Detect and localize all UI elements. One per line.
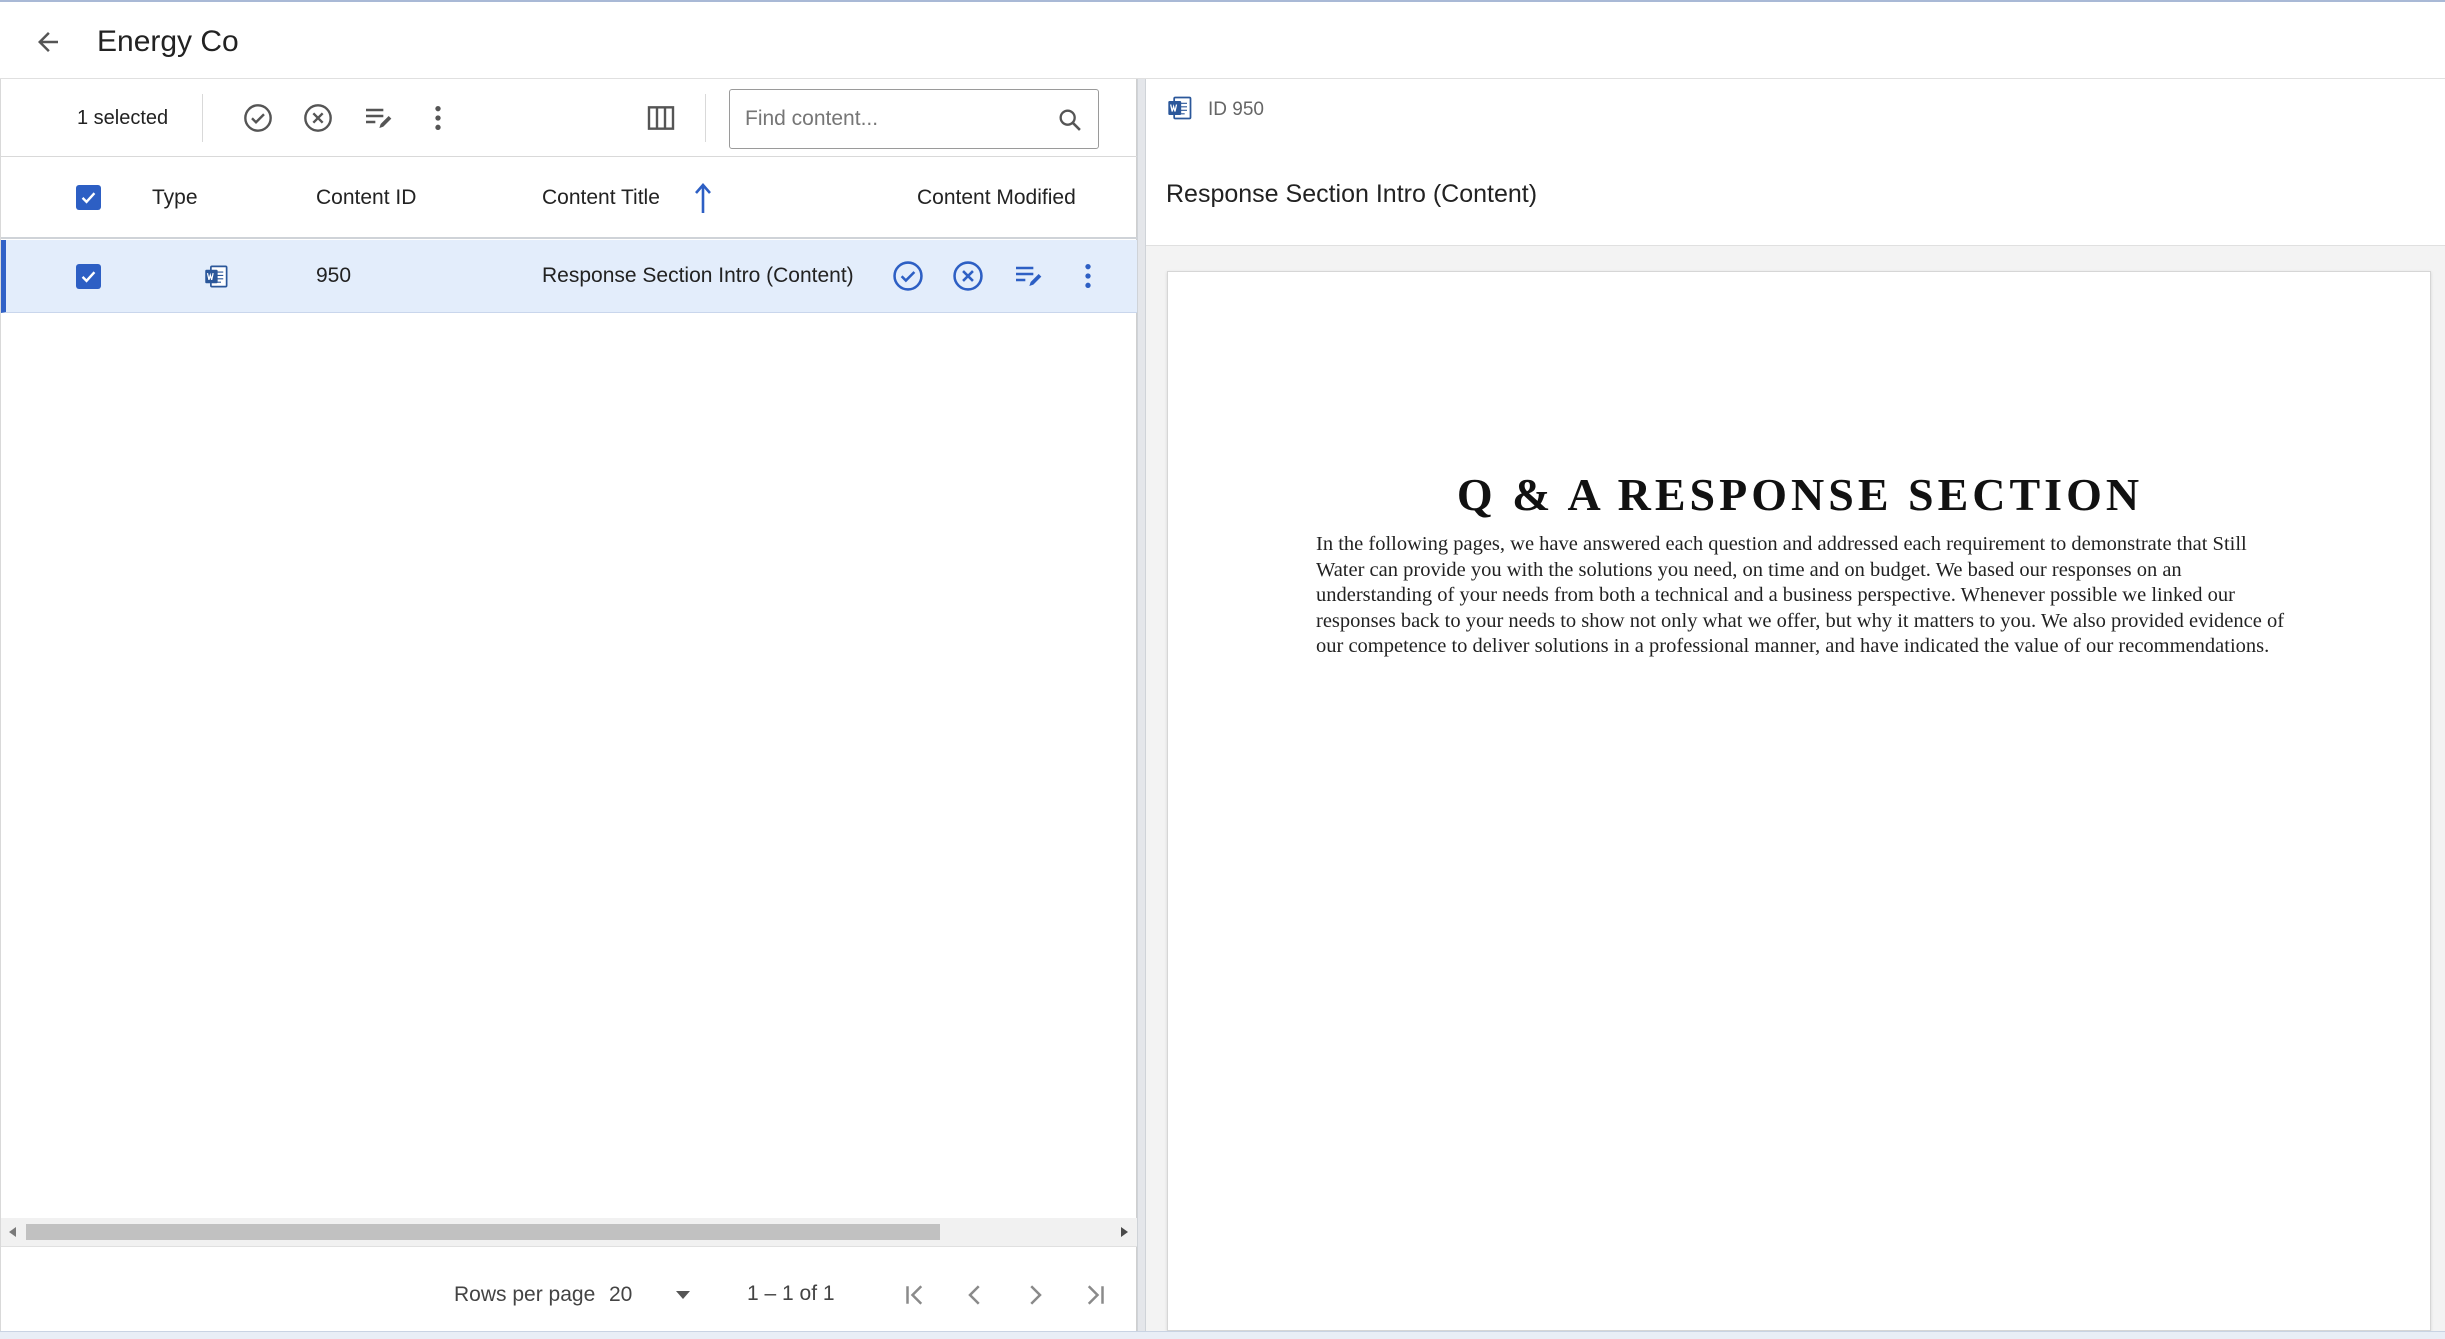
scrollbar-thumb[interactable] [26,1224,940,1240]
more-vertical-icon [1085,264,1091,288]
table-row[interactable]: 950 Response Section Intro (Content) [1,240,1138,313]
page-title: Energy Co [97,25,239,58]
more-actions-button[interactable] [416,96,460,140]
first-page-icon [906,1285,923,1305]
preview-pane: ID 950 Response Section Intro (Content) … [1146,79,2445,1331]
top-bar: Energy Co [0,0,2445,79]
arrow-left-icon [38,32,58,52]
chevron-right-icon [1030,1285,1042,1305]
pagination-footer: Rows per page 20 1 – 1 of 1 [1,1246,1138,1331]
checkmark-icon [81,192,96,204]
reject-button[interactable] [296,96,340,140]
caret-down-icon[interactable] [671,1285,695,1305]
more-vertical-icon [435,106,441,130]
preview-header: ID 950 Response Section Intro (Content) [1146,79,2445,246]
search-field[interactable] [729,89,1099,149]
check-circle-icon [893,261,923,291]
column-header-type[interactable]: Type [152,184,198,212]
scroll-right-arrow[interactable] [1121,1227,1128,1237]
toolbar-divider [705,94,706,142]
last-page-button[interactable] [1073,1273,1117,1317]
search-button[interactable] [1054,104,1086,136]
checkmark-icon [81,271,96,283]
rows-per-page-select[interactable]: 20 [609,1281,632,1309]
select-all-checkbox[interactable] [76,185,101,210]
last-page-icon [1087,1285,1104,1305]
preview-title: Response Section Intro (Content) [1166,180,1538,208]
search-input[interactable] [745,98,1045,140]
chevron-left-icon [968,1285,980,1305]
word-document-icon [203,263,230,290]
row-reject-button[interactable] [946,254,990,298]
document-body: In the following pages, we have answered… [1316,533,2285,658]
close-circle-icon [304,104,332,132]
list-toolbar: 1 selected [1,79,1138,157]
columns-icon [647,106,675,130]
column-header-content-title[interactable]: Content Title [542,184,660,212]
row-approve-button[interactable] [886,254,930,298]
word-document-icon [1166,94,1194,127]
edit-lines-icon [366,108,392,128]
back-button[interactable] [28,22,68,62]
content-list-pane: 1 selected Type Content ID [0,79,1138,1331]
check-circle-icon [244,104,272,132]
row-edit-button[interactable] [1006,254,1050,298]
close-circle-icon [953,261,983,291]
edit-lines-icon [1016,266,1042,286]
scroll-left-arrow[interactable] [9,1227,16,1237]
first-page-button[interactable] [893,1273,937,1317]
cell-content-id: 950 [316,264,352,287]
pane-splitter[interactable] [1137,79,1146,1331]
row-checkbox[interactable] [76,264,101,289]
row-more-button[interactable] [1066,254,1110,298]
edit-button[interactable] [356,96,400,140]
selection-count: 1 selected [77,107,169,129]
rows-per-page-label: Rows per page [454,1283,596,1306]
column-header-content-id[interactable]: Content ID [316,184,416,212]
table-header: Type Content ID Content Title Content Mo… [1,157,1138,239]
next-page-button[interactable] [1013,1273,1057,1317]
previous-page-button[interactable] [953,1273,997,1317]
approve-button[interactable] [236,96,280,140]
bottom-edge [0,1331,2445,1339]
cell-content-title: Response Section Intro (Content) [542,264,854,287]
horizontal-scrollbar[interactable] [1,1218,1138,1246]
document-page: Q & A RESPONSE SECTION In the following … [1167,271,2431,1331]
document-heading: Q & A RESPONSE SECTION [1456,469,2144,520]
preview-content-id: ID 950 [1208,99,1264,120]
pagination-range: 1 – 1 of 1 [747,1282,835,1305]
column-header-content-modified[interactable]: Content Modified [917,184,1076,212]
columns-button[interactable] [639,96,683,140]
search-icon [1059,109,1081,131]
sort-ascending-icon[interactable] [692,181,714,215]
toolbar-divider [202,94,203,142]
